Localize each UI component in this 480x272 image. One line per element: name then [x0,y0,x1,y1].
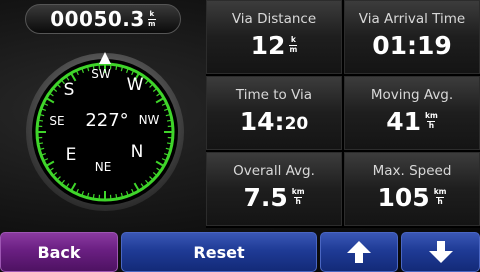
field-unit: km h [291,187,305,206]
odometer-value: 00050.3 [50,7,145,31]
field-overall-avg[interactable]: Overall Avg. 7.5 km h [206,152,342,226]
odometer-unit-bottom: m [148,19,156,28]
arrow-up-icon [347,241,371,263]
compass-label-nw: NW [139,113,160,127]
field-value-number: 12 [250,31,286,60]
compass-tick [37,119,44,122]
field-unit-bottom: h [428,121,435,130]
odometer-unit-top: k [149,10,155,19]
field-label: Overall Avg. [233,163,315,179]
field-value-seconds: 20 [284,113,309,134]
compass-label-n: N [131,142,144,162]
data-fields-grid: Via Distance 12 k m Via Arrival Time 01:… [206,0,480,228]
compass-tick [92,193,95,200]
field-label: Via Arrival Time [358,11,466,27]
back-button-label: Back [37,242,81,262]
field-unit-top: km [433,187,447,197]
field-unit-top: km [424,111,438,121]
field-value: 41 km h [345,107,479,136]
field-label: Via Distance [231,11,317,27]
field-value-number: 7.5 [243,183,288,212]
field-label: Max. Speed [372,163,452,179]
reset-button[interactable]: Reset [121,232,317,272]
field-value: 12 k m [207,31,341,60]
compass-label-ne: NE [95,160,112,174]
odometer-display: 00050.3 k m [25,4,181,34]
compass-label-sw: SW [91,67,111,81]
scroll-down-button[interactable] [401,232,480,272]
field-unit: km h [433,187,447,206]
compass-heading-value: 227° [85,110,128,131]
trip-computer-screen: 00050.3 k m SW W S NW SE 227° N E NE Via… [0,0,480,272]
field-value: 01:19 [345,31,479,60]
back-button[interactable]: Back [0,232,118,272]
field-value-number: 01:19 [372,31,452,60]
field-label: Moving Avg. [370,87,454,103]
field-unit-bottom: h [437,197,443,206]
field-value-number: 41 [386,107,421,136]
field-time-to-via[interactable]: Time to Via 14: 20 [206,76,342,150]
field-unit-bottom: m [289,45,298,54]
field-value-number: 14: [239,107,285,136]
compass-tick [37,142,44,145]
compass-label-w: W [127,75,144,95]
compass: SW W S NW SE 227° N E NE [26,52,184,211]
compass-label-e: E [66,145,77,165]
field-unit-top: km [291,187,305,197]
field-unit-top: k [290,35,296,45]
scroll-up-button[interactable] [320,232,398,272]
field-unit-bottom: h [295,197,301,206]
odometer-unit: k m [147,10,156,28]
compass-tick [115,64,118,71]
arrow-down-icon [428,241,453,263]
compass-tick [166,142,173,145]
field-value: 105 km h [345,183,479,212]
field-unit: km h [424,111,438,130]
field-label: Time to Via [235,87,313,103]
field-value: 7.5 km h [207,183,341,212]
compass-label-se: SE [49,114,64,128]
field-via-distance[interactable]: Via Distance 12 k m [206,0,342,74]
compass-label-s: S [64,80,75,100]
field-value: 14: 20 [207,107,341,136]
field-moving-avg[interactable]: Moving Avg. 41 km h [344,76,480,150]
compass-tick [115,193,118,200]
compass-tick [166,119,173,122]
reset-button-label: Reset [193,242,245,262]
field-max-speed[interactable]: Max. Speed 105 km h [344,152,480,226]
field-value-number: 105 [377,183,430,212]
field-via-arrival-time[interactable]: Via Arrival Time 01:19 [344,0,480,74]
field-unit: k m [289,35,298,54]
